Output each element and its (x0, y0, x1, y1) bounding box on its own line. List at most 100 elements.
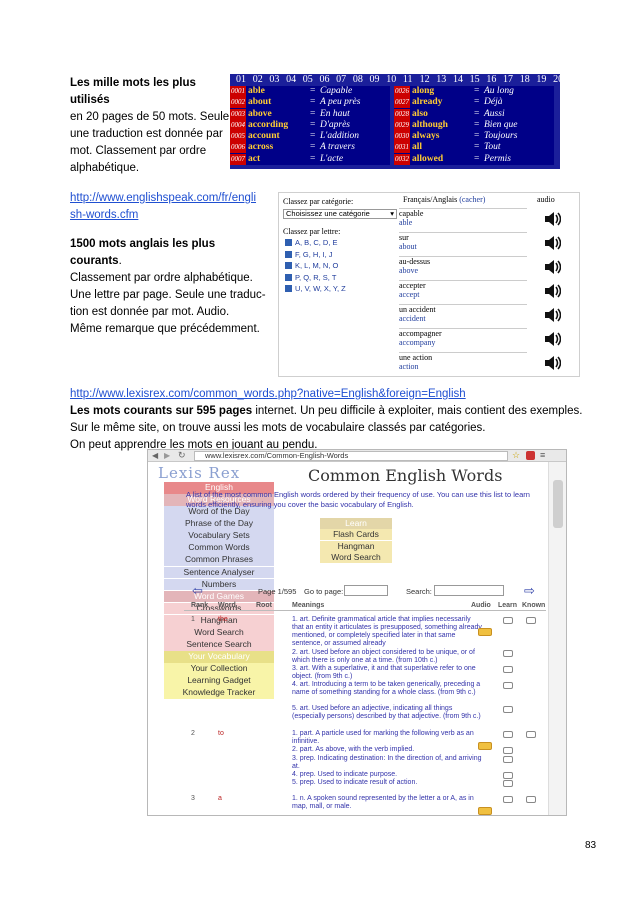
known-toggle[interactable] (526, 796, 536, 803)
learn-toggle[interactable] (503, 682, 513, 689)
english-word-link[interactable]: action (399, 362, 527, 371)
speaker-icon[interactable] (543, 235, 562, 251)
page-tab[interactable]: 13 (436, 74, 453, 86)
nav-item[interactable]: Your Vocabulary (164, 651, 274, 663)
page-tab[interactable]: 20 (553, 74, 570, 86)
learn-toggle[interactable] (503, 706, 513, 713)
page-tab[interactable]: 09 (370, 74, 387, 86)
extension-icon[interactable] (526, 451, 535, 460)
nav-item[interactable]: Word Search (164, 626, 274, 639)
goto-page-input[interactable] (344, 585, 388, 596)
nav-item[interactable]: Common Words (164, 542, 274, 555)
section3-text: http://www.lexisrex.com/common_words.php… (70, 386, 590, 454)
page-tab[interactable]: 12 (420, 74, 437, 86)
page-tab[interactable]: 04 (286, 74, 303, 86)
learn-toggle[interactable] (503, 731, 513, 738)
english-word-link[interactable]: able (399, 218, 527, 227)
learn-toggle[interactable] (503, 780, 513, 787)
english-word-link[interactable]: accompany (399, 338, 527, 347)
english-word-link[interactable]: accept (399, 290, 527, 299)
page-tab[interactable]: 05 (303, 74, 320, 86)
speaker-icon[interactable] (543, 331, 562, 347)
learn-toggle[interactable] (503, 747, 513, 754)
page-tab[interactable]: 17 (503, 74, 520, 86)
star-icon[interactable]: ☆ (512, 450, 520, 461)
nav-item[interactable]: Sentence Analyser (164, 566, 274, 579)
page-tab[interactable]: 11 (403, 74, 420, 86)
letter-link[interactable]: F, G, H, I, J (285, 250, 333, 259)
audio-button-icon[interactable] (478, 742, 492, 750)
learning-button[interactable]: Hangman (320, 540, 392, 552)
menu-icon[interactable]: ≡ (540, 450, 545, 460)
page-tab[interactable]: 03 (269, 74, 286, 86)
learn-toggle[interactable] (503, 666, 513, 673)
word-column-right: 0026 along = Au long 0027 already = Déjà 0028 als… (394, 86, 554, 166)
page-tab[interactable]: 08 (353, 74, 370, 86)
learning-button[interactable]: Word Search (320, 551, 392, 563)
address-bar[interactable]: www.lexisrex.com/Common-English-Words (194, 451, 508, 461)
search-input[interactable] (434, 585, 504, 596)
nav-item[interactable]: Vocabulary Sets (164, 530, 274, 542)
letter-link[interactable]: U, V, W, X, Y, Z (285, 284, 346, 293)
learning-button[interactable]: Learn (320, 518, 392, 529)
scrollbar-thumb[interactable] (553, 480, 563, 528)
speaker-icon[interactable] (543, 259, 562, 275)
learn-toggle[interactable] (503, 650, 513, 657)
learning-button[interactable]: Flash Cards (320, 529, 392, 541)
page-tab[interactable]: 16 (486, 74, 503, 86)
englishspeak-link-cont[interactable]: sh-words.cfm (70, 209, 138, 221)
page-tab[interactable]: 06 (319, 74, 336, 86)
english-word-link[interactable]: above (399, 266, 527, 275)
letter-link[interactable]: K, L, M, N, O (285, 261, 338, 270)
forward-icon[interactable]: ▶ (164, 451, 170, 460)
known-toggle[interactable] (526, 731, 536, 738)
learn-toggle[interactable] (503, 756, 513, 763)
english-word-link[interactable]: about (399, 242, 527, 251)
speaker-icon[interactable] (543, 211, 562, 227)
reload-icon[interactable]: ↻ (178, 450, 186, 461)
speaker-icon[interactable] (543, 283, 562, 299)
next-arrow-icon[interactable]: ⇨ (524, 583, 535, 599)
french-translation: Aussi (484, 108, 505, 119)
learn-toggle[interactable] (503, 772, 513, 779)
category-label: Classez par catégorie: (283, 197, 354, 206)
word-link[interactable]: to (218, 730, 224, 737)
nav-item[interactable]: Sentence Search (164, 639, 274, 651)
english-word: always (412, 131, 440, 142)
letter-range: A, B, C, D, E (295, 238, 338, 247)
back-icon[interactable]: ◀ (152, 451, 158, 460)
nav-item[interactable]: Your Collection (164, 663, 274, 675)
prev-arrow-icon[interactable]: ⇦ (192, 583, 203, 599)
page-tab[interactable]: 14 (453, 74, 470, 86)
letter-link[interactable]: P, Q, R, S, T (285, 273, 336, 282)
lexisrex-link[interactable]: http://www.lexisrex.com/common_words.php… (70, 388, 466, 400)
page-tab[interactable]: 02 (253, 74, 270, 86)
page-tab[interactable]: 07 (336, 74, 353, 86)
learn-toggle[interactable] (503, 796, 513, 803)
letter-link[interactable]: A, B, C, D, E (285, 238, 338, 247)
page-tab[interactable]: 18 (520, 74, 537, 86)
word-rank-badge: 0027 (394, 97, 410, 109)
page-tab[interactable]: 10 (386, 74, 403, 86)
word-rank-badge: 0030 (394, 131, 410, 143)
learn-toggle[interactable] (503, 617, 513, 624)
englishspeak-link[interactable]: http://www.englishspeak.com/fr/engli (70, 192, 256, 204)
category-select[interactable]: Choisissez une catégorie ▾ (283, 209, 397, 219)
page-tab[interactable]: 15 (470, 74, 487, 86)
english-word-link[interactable]: accident (399, 314, 527, 323)
nav-item[interactable]: Common Phrases (164, 554, 274, 567)
page-tab[interactable]: 01 (236, 74, 253, 86)
known-toggle[interactable] (526, 617, 536, 624)
word-link[interactable]: the (218, 616, 228, 623)
nav-item[interactable]: Phrase of the Day (164, 518, 274, 530)
hide-link[interactable]: (cacher) (459, 195, 485, 204)
word-link[interactable]: a (218, 795, 222, 802)
speaker-icon[interactable] (543, 307, 562, 323)
page-tab[interactable]: 19 (536, 74, 553, 86)
audio-button-icon[interactable] (478, 628, 492, 636)
speaker-icon[interactable] (543, 355, 562, 371)
nav-item[interactable]: Learning Gadget (164, 675, 274, 687)
nav-item[interactable]: Knowledge Tracker (164, 687, 274, 700)
page-number-tabs[interactable]: 01 02 03 04 05 06 07 08 09 10 11 12 13 14 15 16 17 18 19 20 (230, 74, 563, 86)
audio-button-icon[interactable] (478, 807, 492, 815)
